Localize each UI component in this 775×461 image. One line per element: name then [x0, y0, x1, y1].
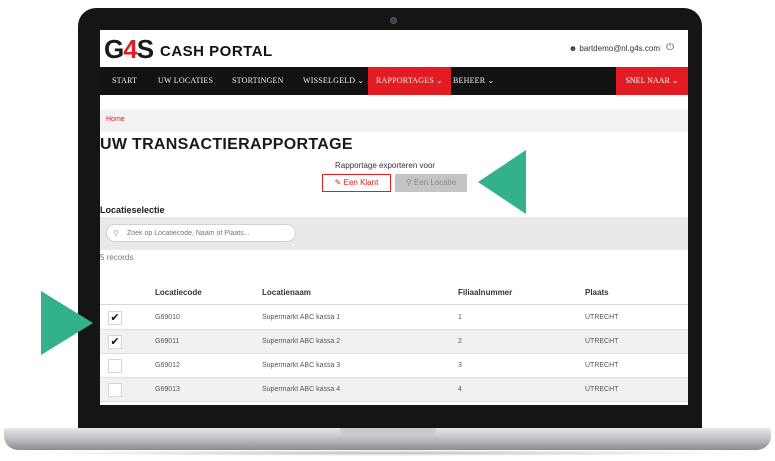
person-icon: ☻: [568, 44, 578, 53]
export-locatie-button[interactable]: ⚲ Een Locatie: [395, 174, 467, 192]
nav-start[interactable]: START: [112, 67, 137, 95]
row-checkbox[interactable]: [108, 359, 122, 373]
row-checkbox[interactable]: [108, 383, 122, 397]
table-header: Locatiecode Locatienaam Filiaalnummer Pl…: [100, 282, 688, 305]
header-filiaalnummer[interactable]: Filiaalnummer: [458, 288, 512, 297]
row-checkbox[interactable]: ✔: [108, 335, 122, 349]
portal-title: CASH PORTAL: [160, 43, 273, 60]
map-pin-icon: ⚲: [405, 178, 412, 187]
breadcrumb: Home: [100, 110, 688, 132]
table-row[interactable]: G69013 Supermarkt ABC kassa 4 4 UTRECHT: [100, 378, 688, 402]
user-account[interactable]: ☻ bartdemo@nl.g4s.com: [569, 44, 660, 53]
nav-wisselgeld[interactable]: WISSELGELD ⌄: [303, 67, 364, 95]
search-icon: ⚲: [113, 229, 119, 238]
camera-icon: [390, 17, 397, 24]
nav-beheer[interactable]: BEHEER ⌄: [453, 67, 494, 95]
table-row[interactable]: ✔ G69010 Supermarkt ABC kassa 1 1 UTRECH…: [100, 306, 688, 330]
nav-rapportages[interactable]: RAPPORTAGES ⌄: [368, 67, 452, 95]
table-row[interactable]: G69012 Supermarkt ABC kassa 3 3 UTRECHT: [100, 354, 688, 378]
snel-naar-dropdown[interactable]: SNEL NAAR ⌄: [616, 67, 688, 95]
nav-uw-locaties[interactable]: UW LOCATIES: [158, 67, 213, 95]
header-plaats[interactable]: Plaats: [585, 288, 609, 297]
nav-stortingen[interactable]: STORTINGEN: [232, 67, 284, 95]
screen: G4S CASH PORTAL ☻ bartdemo@nl.g4s.com ⏻ …: [100, 30, 688, 405]
header-locatienaam[interactable]: Locatienaam: [262, 288, 311, 297]
laptop-shadow: [20, 450, 755, 456]
header-locatiecode[interactable]: Locatiecode: [155, 288, 202, 297]
export-klant-button[interactable]: ✎ Een Klant: [322, 174, 391, 192]
breadcrumb-home[interactable]: Home: [106, 116, 125, 123]
search-bar: ⚲: [100, 217, 688, 250]
arrow-left-icon: [478, 150, 526, 214]
top-bar: G4S CASH PORTAL ☻ bartdemo@nl.g4s.com ⏻: [100, 30, 688, 67]
arrow-right-icon: [41, 291, 93, 355]
page-title: UW TRANSACTIERAPPORTAGE: [100, 136, 353, 153]
laptop-notch: [340, 428, 436, 435]
edit-icon: ✎: [334, 178, 342, 187]
table-row[interactable]: ✔ G69011 Supermarkt ABC kassa 2 2 UTRECH…: [100, 330, 688, 354]
export-label: Rapportage exporteren voor: [335, 161, 436, 170]
row-checkbox[interactable]: ✔: [108, 311, 122, 325]
user-email: bartdemo@nl.g4s.com: [579, 44, 660, 53]
main-nav: START UW LOCATIES STORTINGEN WISSELGELD …: [100, 67, 688, 95]
location-search-input[interactable]: [106, 224, 296, 242]
power-icon[interactable]: ⏻: [666, 42, 674, 53]
g4s-logo[interactable]: G4S: [104, 34, 154, 64]
records-count: 5 records: [100, 253, 134, 262]
location-selection-label: Locatieselectie: [100, 205, 165, 215]
